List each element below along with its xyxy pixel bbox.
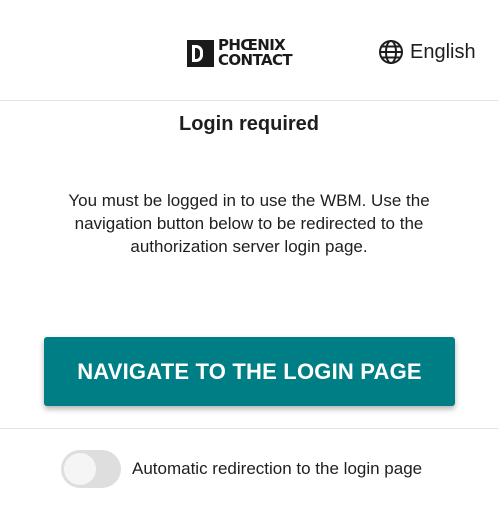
navigate-to-login-button[interactable]: NAVIGATE TO THE LOGIN PAGE: [44, 337, 455, 406]
logo-wordmark: PHŒNIX CONTACT: [218, 38, 293, 69]
language-selector[interactable]: English: [378, 39, 476, 65]
page-title: Login required: [179, 113, 319, 135]
logo-line-2: CONTACT: [218, 51, 293, 69]
language-label: English: [410, 40, 476, 63]
logo-mark-icon: [187, 40, 214, 67]
divider: [0, 428, 498, 429]
globe-icon: [378, 39, 404, 65]
phoenix-contact-logo: PHŒNIX CONTACT: [187, 38, 311, 70]
login-message: You must be logged in to use the WBM. Us…: [68, 191, 430, 256]
header: PHŒNIX CONTACT English: [0, 0, 498, 101]
auto-redirect-row: Automatic redirection to the login page: [61, 449, 422, 489]
auto-redirect-label: Automatic redirection to the login page: [132, 459, 423, 478]
toggle-knob: [64, 453, 96, 485]
auto-redirect-toggle[interactable]: [61, 450, 121, 488]
